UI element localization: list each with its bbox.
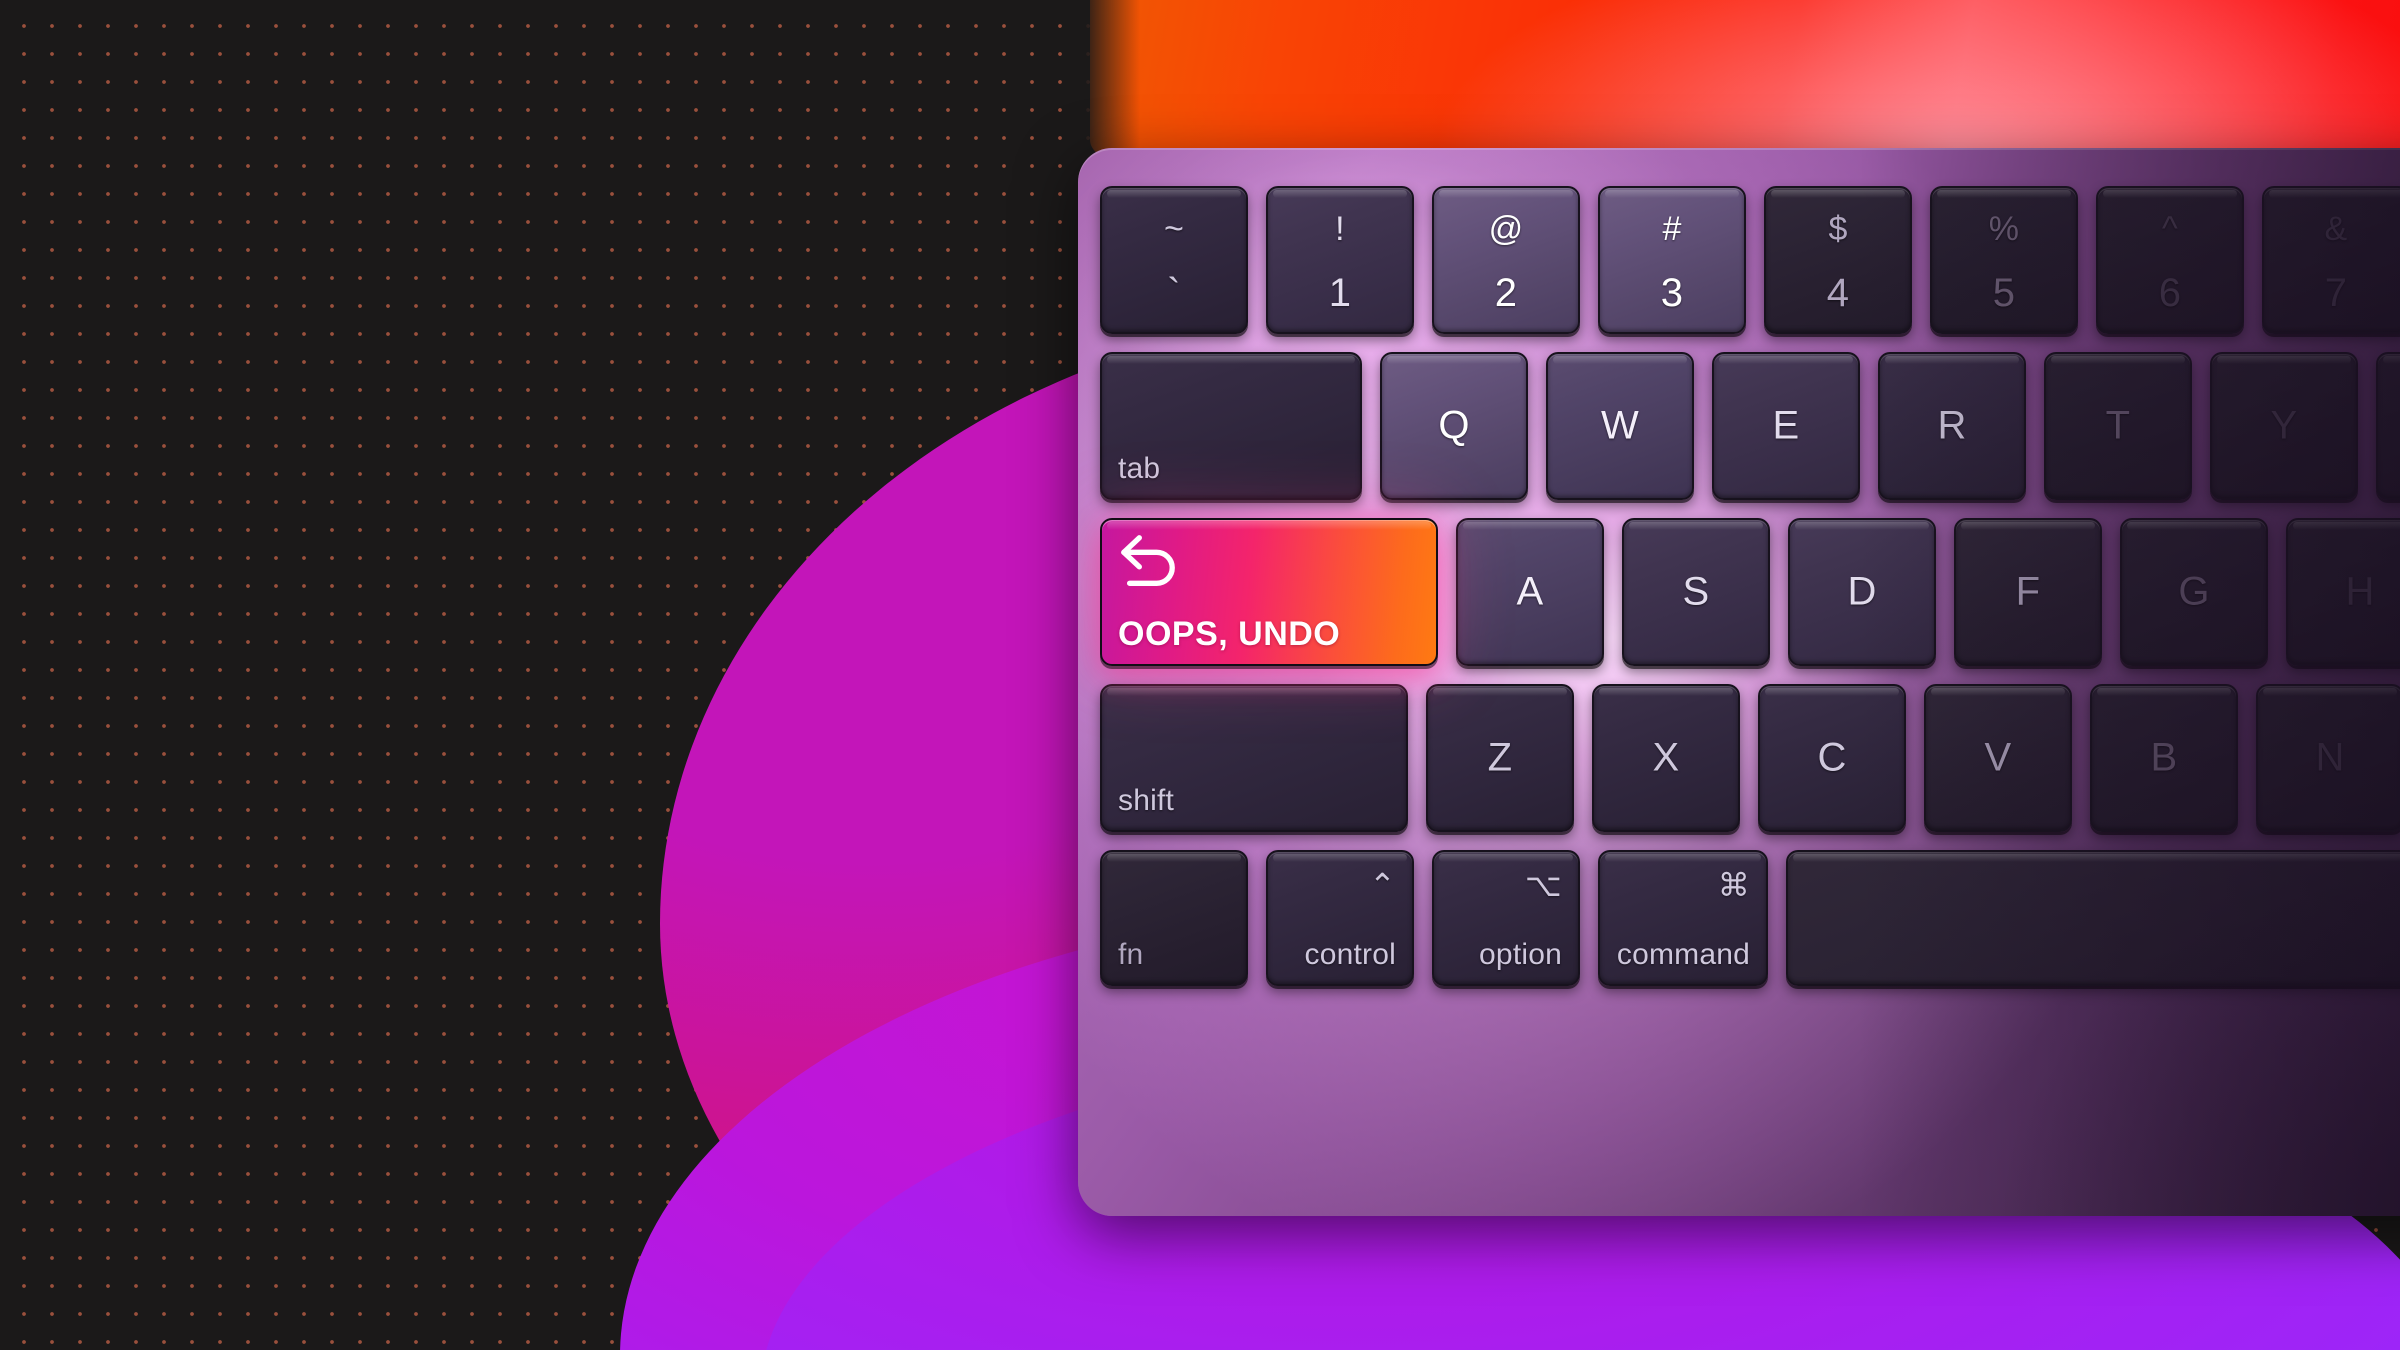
key-s[interactable]: S bbox=[1622, 518, 1770, 666]
key-legend-shifted: & bbox=[2324, 210, 2348, 248]
key-legend: option bbox=[1479, 938, 1562, 971]
undo-key-label: OOPS, UNDO bbox=[1118, 615, 1341, 653]
key-legend-shifted: # bbox=[1662, 210, 1682, 248]
key-legend: B bbox=[2150, 735, 2178, 780]
key-r[interactable]: R bbox=[1878, 352, 2026, 500]
key-shift[interactable]: shift bbox=[1100, 684, 1408, 832]
key-n[interactable]: N bbox=[2256, 684, 2400, 832]
key-legend-shifted: @ bbox=[1488, 210, 1524, 248]
key-legend: R bbox=[1937, 403, 1967, 448]
undo-arrow-icon bbox=[1121, 535, 1175, 586]
key-legend-base: 7 bbox=[2324, 271, 2348, 315]
key-q[interactable]: Q bbox=[1380, 352, 1528, 500]
key-legend-base: 4 bbox=[1826, 271, 1850, 315]
key-legend: control bbox=[1304, 938, 1396, 971]
key-six[interactable]: ^ 6 bbox=[2096, 186, 2244, 334]
key-legend: S bbox=[1682, 569, 1710, 614]
scene-root: ⌘command⌥option⌃controlfnMNBVCXZshiftJHG… bbox=[0, 0, 2400, 1350]
key-b[interactable]: B bbox=[2090, 684, 2238, 832]
key-legend: D bbox=[1847, 569, 1877, 614]
key-legend-shifted: $ bbox=[1828, 210, 1848, 248]
key-command[interactable]: ⌘ command bbox=[1598, 850, 1768, 986]
key-g[interactable]: G bbox=[2120, 518, 2268, 666]
key-legend: Z bbox=[1487, 735, 1513, 780]
key-option[interactable]: ⌥ option bbox=[1432, 850, 1580, 986]
key-legend-base: 5 bbox=[1992, 271, 2016, 315]
key-legend: A bbox=[1516, 569, 1544, 614]
key-one[interactable]: ! 1 bbox=[1266, 186, 1414, 334]
key-f[interactable]: F bbox=[1954, 518, 2102, 666]
key-modifier-symbol: ⌥ bbox=[1524, 867, 1562, 903]
key-legend: tab bbox=[1118, 452, 1161, 485]
key-backtick[interactable]: ~ ` bbox=[1100, 186, 1248, 334]
key-legend: V bbox=[1984, 735, 2012, 780]
key-x[interactable]: X bbox=[1592, 684, 1740, 832]
key-seven[interactable]: & 7 bbox=[2262, 186, 2400, 334]
key-t[interactable]: T bbox=[2044, 352, 2192, 500]
key-v[interactable]: V bbox=[1924, 684, 2072, 832]
key-u[interactable]: U bbox=[2376, 352, 2400, 500]
key-legend: U bbox=[2378, 404, 2400, 449]
key-modifier-symbol: ⌃ bbox=[1368, 867, 1396, 903]
key-legend-base: 3 bbox=[1660, 271, 1684, 315]
key-w[interactable]: W bbox=[1546, 352, 1694, 500]
keyboard-chassis: ⌘command⌥option⌃controlfnMNBVCXZshiftJHG… bbox=[1078, 148, 2400, 1216]
key-legend: G bbox=[2178, 569, 2210, 614]
key-legend-base: 2 bbox=[1494, 271, 1518, 315]
key-z[interactable]: Z bbox=[1426, 684, 1574, 832]
key-legend: Q bbox=[1438, 403, 1470, 448]
key-oops-undo[interactable]: OOPS, UNDO bbox=[1100, 518, 1438, 666]
key-d[interactable]: D bbox=[1788, 518, 1936, 666]
key-legend: H bbox=[2345, 569, 2375, 614]
key-control[interactable]: ⌃ control bbox=[1266, 850, 1414, 986]
key-y[interactable]: Y bbox=[2210, 352, 2358, 500]
key-legend-shifted: ~ bbox=[1163, 210, 1185, 248]
key-space[interactable] bbox=[1786, 850, 2400, 986]
key-legend-base: 6 bbox=[2158, 271, 2182, 315]
key-legend: T bbox=[2105, 403, 2131, 448]
key-legend: command bbox=[1616, 938, 1750, 971]
key-legend: N bbox=[2315, 735, 2345, 780]
key-legend: C bbox=[1817, 735, 1847, 780]
key-legend: shift bbox=[1118, 784, 1175, 817]
key-h[interactable]: H bbox=[2286, 518, 2400, 666]
key-e[interactable]: E bbox=[1712, 352, 1860, 500]
key-legend-shifted: ! bbox=[1335, 210, 1345, 248]
key-legend: X bbox=[1652, 735, 1680, 780]
key-legend: F bbox=[2015, 569, 2041, 614]
key-legend: W bbox=[1601, 403, 1639, 448]
key-five[interactable]: % 5 bbox=[1930, 186, 2078, 334]
key-tab[interactable]: tab bbox=[1100, 352, 1362, 500]
key-a[interactable]: A bbox=[1456, 518, 1604, 666]
key-three[interactable]: #3 bbox=[1598, 186, 1746, 334]
key-legend-base: ` bbox=[1167, 271, 1181, 315]
key-modifier-symbol: ⌘ bbox=[1717, 867, 1750, 903]
key-legend-shifted: ^ bbox=[2161, 210, 2179, 248]
key-two[interactable]: @2 bbox=[1432, 186, 1580, 334]
key-c[interactable]: C bbox=[1758, 684, 1906, 832]
key-legend-base: 1 bbox=[1328, 271, 1352, 315]
key-legend-shifted: % bbox=[1988, 210, 2020, 248]
key-fn[interactable]: fn bbox=[1100, 850, 1248, 986]
key-legend: E bbox=[1772, 403, 1800, 448]
key-legend: Y bbox=[2270, 403, 2298, 448]
key-four[interactable]: $4 bbox=[1764, 186, 1912, 334]
key-legend: fn bbox=[1118, 938, 1144, 971]
